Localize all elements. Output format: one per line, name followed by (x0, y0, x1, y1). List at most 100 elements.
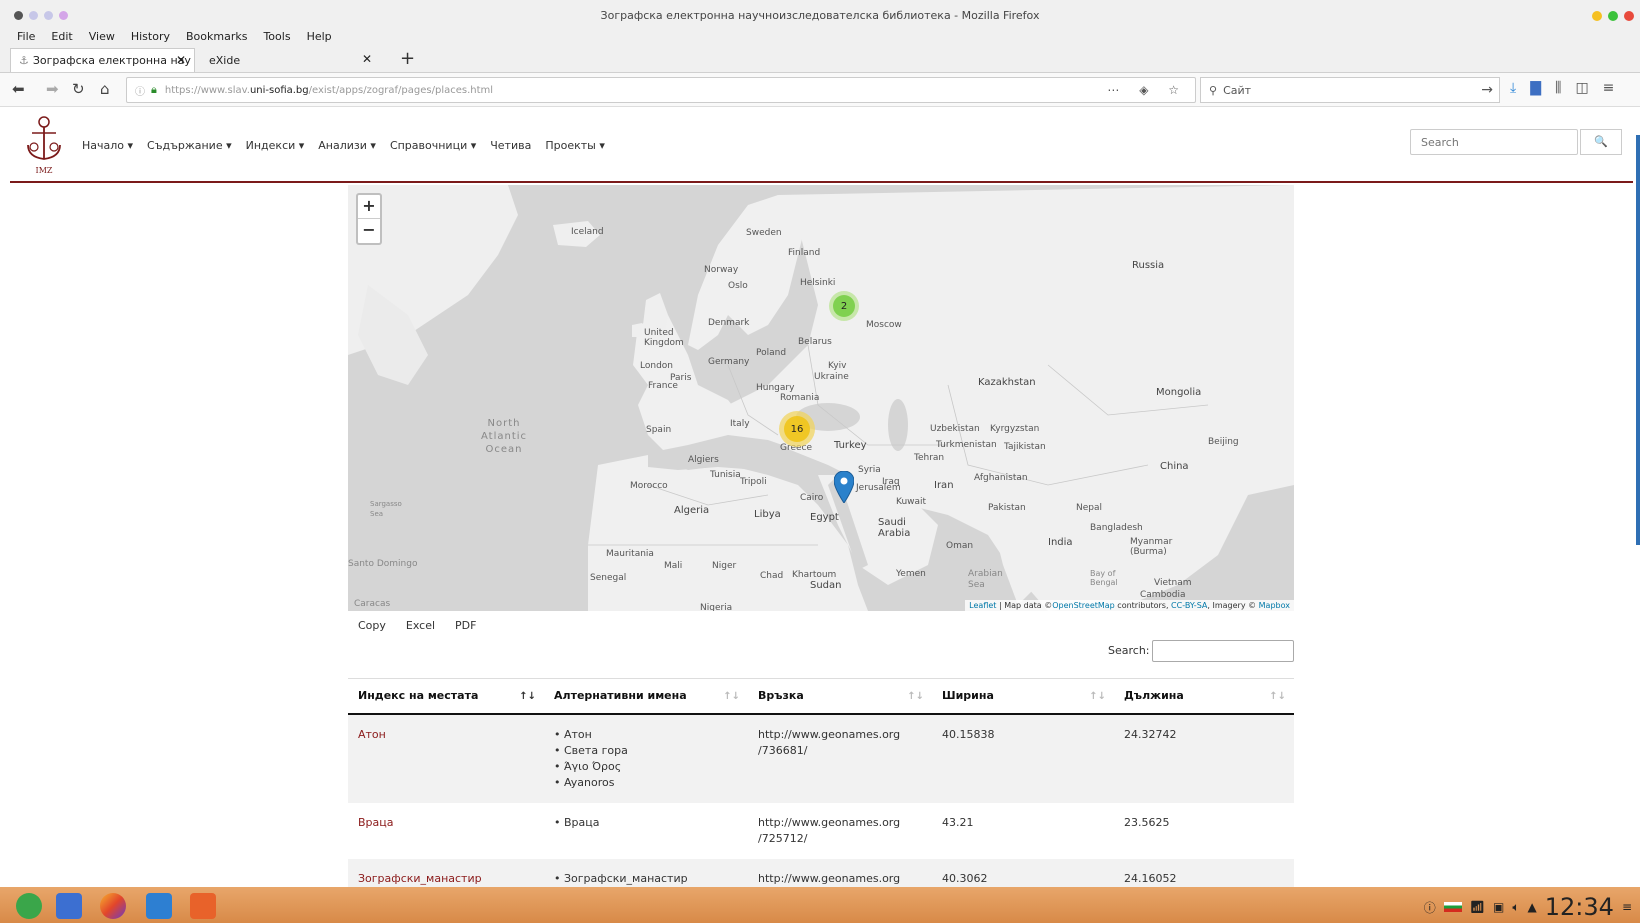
firefox-icon[interactable] (100, 893, 126, 919)
sidebar-icon[interactable]: ◫ (1575, 80, 1588, 96)
tab-exide[interactable]: eXide ✕ (205, 48, 380, 72)
clock[interactable]: 12:34 (1545, 893, 1614, 921)
map-cluster[interactable]: 2 (829, 291, 859, 321)
keyboard-layout-icon[interactable] (1443, 902, 1462, 912)
menu-view[interactable]: View (89, 30, 115, 43)
volume-icon[interactable]: 🔈︎ (1512, 900, 1519, 915)
copy-button[interactable]: Copy (348, 615, 396, 636)
col-header-link[interactable]: Връзка ↑↓ (748, 678, 932, 715)
menu-help[interactable]: Help (307, 30, 332, 43)
geonames-link[interactable]: http://www.geonames.org/725712/ (748, 803, 932, 859)
library-icon[interactable]: ⫼ (1555, 80, 1561, 96)
info-icon[interactable]: ⓘ (135, 83, 145, 98)
zoom-in-button[interactable]: + (358, 195, 380, 219)
places-map[interactable]: + − Iceland Sweden Finland Norway Oslo H… (348, 185, 1294, 611)
menu-edit[interactable]: Edit (51, 30, 72, 43)
col-header-latitude[interactable]: Ширина ↑↓ (932, 678, 1114, 715)
zoom-out-button[interactable]: − (358, 219, 380, 243)
maximize-button[interactable] (1608, 11, 1618, 21)
map-label: Sargasso Sea (370, 500, 402, 518)
menu-file[interactable]: File (17, 30, 35, 43)
extension-icon[interactable]: ▇ (1530, 80, 1541, 96)
lock-icon[interactable]: 🔒︎ (151, 83, 157, 97)
tab-zograf[interactable]: ⚓ Зографска електронна нау ✕ (10, 48, 195, 72)
minimize-button[interactable] (1592, 11, 1602, 21)
col-header-longitude[interactable]: Дължина ↑↓ (1114, 678, 1294, 715)
place-link[interactable]: Зографски_манастир (358, 872, 482, 885)
menu-history[interactable]: History (131, 30, 170, 43)
nav-analyses[interactable]: Анализи ▾ (318, 139, 376, 152)
browser-search-bar[interactable]: ⚲ Сайт → (1200, 77, 1500, 103)
page-actions[interactable]: ⋯ ◈ ☆ (1107, 83, 1187, 97)
license-link[interactable]: CC-BY-SA (1171, 601, 1207, 610)
col-header-index[interactable]: Индекс на местата ↑↓ (348, 678, 544, 715)
zograf-logo[interactable]: IMZ (24, 113, 64, 177)
table-header-row: Индекс на местата ↑↓ Алтернативни имена ↑↓… (348, 678, 1294, 715)
info-icon[interactable]: ⓘ (1424, 899, 1436, 916)
leaflet-link[interactable]: Leaflet (969, 601, 996, 610)
home-button[interactable]: ⌂ (100, 80, 110, 98)
sort-icon[interactable]: ↑↓ (1089, 691, 1106, 702)
sort-icon[interactable]: ↑↓ (907, 691, 924, 702)
map-label: Egypt (810, 512, 839, 523)
map-label: Jerusalem (856, 483, 901, 493)
place-link[interactable]: Враца (358, 816, 394, 829)
sort-icon[interactable]: ↑↓ (723, 691, 740, 702)
place-link[interactable]: Атон (358, 728, 386, 741)
osm-link[interactable]: OpenStreetMap (1052, 601, 1115, 610)
site-search-button[interactable]: 🔍 (1580, 129, 1622, 155)
files-icon[interactable] (190, 893, 216, 919)
tab-close-icon[interactable]: ✕ (362, 52, 372, 66)
sort-icon[interactable]: ↑↓ (1269, 691, 1286, 702)
list-item: Враца (554, 815, 738, 831)
back-button[interactable]: ⬅ (12, 80, 25, 98)
system-tray: ⓘ 📶︎ ▣ 🔈︎ ▲ 12:34 ≡ (1424, 893, 1632, 921)
nav-readings[interactable]: Четива (490, 139, 531, 152)
nav-projects[interactable]: Проекты ▾ (545, 139, 605, 152)
col-header-alt-names[interactable]: Алтернативни имена ↑↓ (544, 678, 748, 715)
table-row: Враца Враца http://www.geonames.org/7257… (348, 803, 1294, 859)
mapbox-link[interactable]: Mapbox (1259, 601, 1290, 610)
app-launcher-icon[interactable] (16, 893, 42, 919)
url-bar[interactable]: ⓘ 🔒︎ https://www.slav. uni-sofia.bg/exist… (126, 77, 1196, 103)
hamburger-menu-icon[interactable]: ≡ (1603, 80, 1615, 96)
table-search-input[interactable] (1152, 640, 1294, 662)
window-icon[interactable] (146, 893, 172, 919)
wifi-icon[interactable]: 📶︎ (1470, 900, 1485, 914)
search-icon: ⚲ (1209, 83, 1218, 97)
map-cluster[interactable]: 16 (779, 411, 815, 447)
chevron-up-icon[interactable]: ▲ (1528, 900, 1537, 914)
nav-contents[interactable]: Съдържание ▾ (147, 139, 232, 152)
nav-home[interactable]: Начало ▾ (82, 139, 133, 152)
tab-favicon-icon: ⚓ (19, 54, 29, 67)
site-header: IMZ Начало ▾ Съдържание ▾ Индекси ▾ Анал… (10, 107, 1633, 183)
map-label: Morocco (630, 481, 668, 491)
nav-indexes[interactable]: Индекси ▾ (246, 139, 305, 152)
geonames-link[interactable]: http://www.geonames.org/736681/ (748, 713, 932, 803)
app-menu-icon[interactable] (56, 893, 82, 919)
excel-button[interactable]: Excel (396, 615, 445, 636)
map-label: Vietnam (1154, 578, 1192, 588)
menu-icon[interactable]: ≡ (1622, 900, 1632, 914)
downloads-icon[interactable]: ⤓ (1510, 80, 1516, 96)
reload-button[interactable]: ↻ (72, 80, 85, 98)
menu-bookmarks[interactable]: Bookmarks (186, 30, 247, 43)
forward-button[interactable]: ➡ (46, 80, 59, 98)
sort-icon[interactable]: ↑↓ (519, 691, 536, 702)
site-search-input[interactable] (1410, 129, 1578, 155)
new-tab-button[interactable]: + (400, 48, 415, 69)
alt-names-list: Враца (554, 815, 738, 831)
map-label: Mauritania (606, 549, 654, 559)
search-go-icon[interactable]: → (1481, 82, 1493, 98)
tab-bar: ⚓ Зографска електронна нау ✕ eXide ✕ (0, 46, 1640, 73)
nav-references[interactable]: Справочници ▾ (390, 139, 476, 152)
map-marker-icon[interactable] (834, 471, 854, 503)
tab-close-icon[interactable]: ✕ (176, 53, 186, 67)
browser-search-placeholder: Сайт (1223, 83, 1252, 97)
pdf-button[interactable]: PDF (445, 615, 486, 636)
menu-tools[interactable]: Tools (263, 30, 290, 43)
close-window-button[interactable] (1624, 11, 1634, 21)
list-item: Άγιο Όρος (554, 759, 738, 775)
clipboard-icon[interactable]: ▣ (1493, 900, 1504, 914)
page-scrollbar[interactable] (1636, 135, 1640, 545)
